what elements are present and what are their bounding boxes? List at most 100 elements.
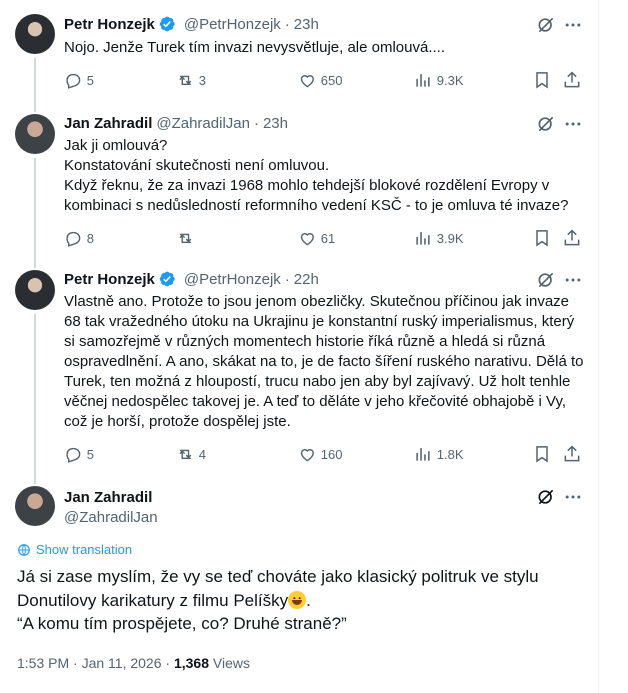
author-handle[interactable]: @PetrHonzejk <box>184 271 281 288</box>
like-count: 160 <box>320 446 343 462</box>
avatar[interactable] <box>15 486 55 526</box>
repost-icon <box>179 449 192 459</box>
views-button[interactable]: 3.9K <box>414 228 464 248</box>
tweet-actions: 5 4 160 1.8K <box>56 444 586 464</box>
grok-icon[interactable] <box>536 15 556 35</box>
more-icon[interactable] <box>563 487 583 507</box>
like-icon <box>300 232 314 246</box>
tweet-text-line: Vlastně ano. Protože to jsou jenom obezl… <box>64 293 584 430</box>
focused-tweet-name: Jan Zahradil <box>64 487 152 507</box>
repost-button[interactable] <box>176 228 199 248</box>
verified-badge-icon <box>159 271 175 287</box>
like-icon <box>300 74 314 88</box>
reply-count: 8 <box>86 230 94 246</box>
timestamp[interactable]: 1:53 PM · Jan 11, 2026 · <box>17 655 174 671</box>
views-icon <box>416 231 430 245</box>
more-icon[interactable] <box>563 114 583 134</box>
separator-dot: · <box>253 114 259 132</box>
view-count: 1,368 <box>173 655 209 671</box>
tweet-text-line: Nojo. Jenže Turek tím invazi nevysvětluj… <box>64 39 446 56</box>
focused-tweet-handle: @ZahradilJan <box>64 507 158 527</box>
author-name[interactable]: Petr Honzejk <box>64 271 155 288</box>
conversation-thread: Petr Honzejk @PetrHonzejk · 23h Nojo. Je… <box>0 0 598 693</box>
grok-icon[interactable] <box>536 114 556 134</box>
reply-tweet-3[interactable]: Petr Honzejk @PetrHonzejk · 22h Vlastně … <box>0 262 598 480</box>
like-button[interactable]: 61 <box>298 228 335 248</box>
tweet-text-line: Konstatování skutečnosti není omluvou. <box>64 157 330 174</box>
verified-badge-icon <box>159 16 175 32</box>
views-button[interactable]: 1.8K <box>414 444 464 464</box>
like-button[interactable]: 650 <box>298 70 342 90</box>
timestamp[interactable]: 23h <box>263 115 288 132</box>
bookmark-icon[interactable] <box>532 70 552 90</box>
tweet-text-line: Já si zase myslím, že vy se teď chováte … <box>17 565 587 612</box>
timestamp[interactable]: 22h <box>294 271 319 288</box>
tweet-text-span: . <box>306 590 311 610</box>
avatar[interactable] <box>15 114 55 154</box>
thread-line <box>34 158 36 262</box>
bookmark-icon[interactable] <box>532 444 552 464</box>
thread-line <box>34 262 36 268</box>
reply-button[interactable]: 5 <box>64 444 94 464</box>
author-name[interactable]: Jan Zahradil <box>64 115 152 132</box>
author-name[interactable]: Jan Zahradil <box>64 489 152 506</box>
share-icon[interactable] <box>562 444 582 464</box>
separator-dot: · <box>284 270 290 288</box>
like-button[interactable]: 160 <box>298 444 342 464</box>
reply-tweet-2[interactable]: Jan Zahradil @ZahradilJan · 23h Jak ji o… <box>0 102 598 262</box>
avatar[interactable] <box>15 14 55 54</box>
reply-button[interactable]: 5 <box>64 70 94 90</box>
tweet-header: Petr Honzejk @PetrHonzejk · 23h <box>64 14 319 34</box>
repost-button[interactable]: 3 <box>176 70 206 90</box>
smiley-emoji <box>288 590 307 609</box>
tweet-actions: 8 61 3.9K <box>56 228 586 248</box>
tweet-meta: 1:53 PM · Jan 11, 2026 · 1,368 Views <box>17 655 250 671</box>
timestamp[interactable]: 23h <box>294 16 319 33</box>
tweet-header: Petr Honzejk @PetrHonzejk · 22h <box>64 269 319 289</box>
view-count: 9.3K <box>436 72 464 88</box>
like-icon <box>300 448 314 462</box>
translate-icon <box>18 543 30 556</box>
tweet-text-line: Jak ji omlouvá? <box>64 137 168 154</box>
tweet-header: Jan Zahradil @ZahradilJan · 23h <box>64 113 288 133</box>
thread-line <box>34 58 36 102</box>
more-icon[interactable] <box>563 15 583 35</box>
repost-count: 3 <box>198 72 206 88</box>
reply-button[interactable]: 8 <box>64 228 94 248</box>
views-label: Views <box>209 655 250 671</box>
like-count: 61 <box>320 230 336 246</box>
reply-icon <box>66 73 81 89</box>
show-translation-link[interactable]: Show translation <box>17 542 132 557</box>
more-icon[interactable] <box>563 270 583 290</box>
author-handle[interactable]: @ZahradilJan <box>64 509 158 526</box>
view-count: 3.9K <box>436 230 464 246</box>
grok-icon[interactable] <box>536 487 556 507</box>
share-icon[interactable] <box>562 70 582 90</box>
thread-line <box>34 314 36 480</box>
separator-dot: · <box>284 15 290 33</box>
tweet-text: Nojo. Jenže Turek tím invazi nevysvětluj… <box>64 38 584 58</box>
reply-count: 5 <box>86 72 94 88</box>
tweet-text: Jak ji omlouvá? Konstatování skutečnosti… <box>64 136 584 216</box>
reply-count: 5 <box>86 446 94 462</box>
share-icon[interactable] <box>562 228 582 248</box>
grok-icon[interactable] <box>536 270 556 290</box>
repost-count: 4 <box>198 446 206 462</box>
reply-icon <box>66 447 81 463</box>
views-button[interactable]: 9.3K <box>414 70 464 90</box>
view-count: 1.8K <box>436 446 464 462</box>
reply-icon <box>66 231 81 247</box>
thread-line <box>34 102 36 112</box>
author-handle[interactable]: @PetrHonzejk <box>184 16 281 33</box>
column-border <box>598 0 599 693</box>
views-icon <box>416 447 430 461</box>
bookmark-icon[interactable] <box>532 228 552 248</box>
author-handle[interactable]: @ZahradilJan <box>156 115 250 132</box>
reply-tweet-1[interactable]: Petr Honzejk @PetrHonzejk · 23h Nojo. Je… <box>0 0 598 102</box>
author-name[interactable]: Petr Honzejk <box>64 16 155 33</box>
repost-icon <box>179 233 192 243</box>
like-count: 650 <box>320 72 343 88</box>
tweet-text-line: “A komu tím prospějete, co? Druhé straně… <box>17 614 347 633</box>
avatar[interactable] <box>15 270 55 310</box>
repost-button[interactable]: 4 <box>176 444 206 464</box>
